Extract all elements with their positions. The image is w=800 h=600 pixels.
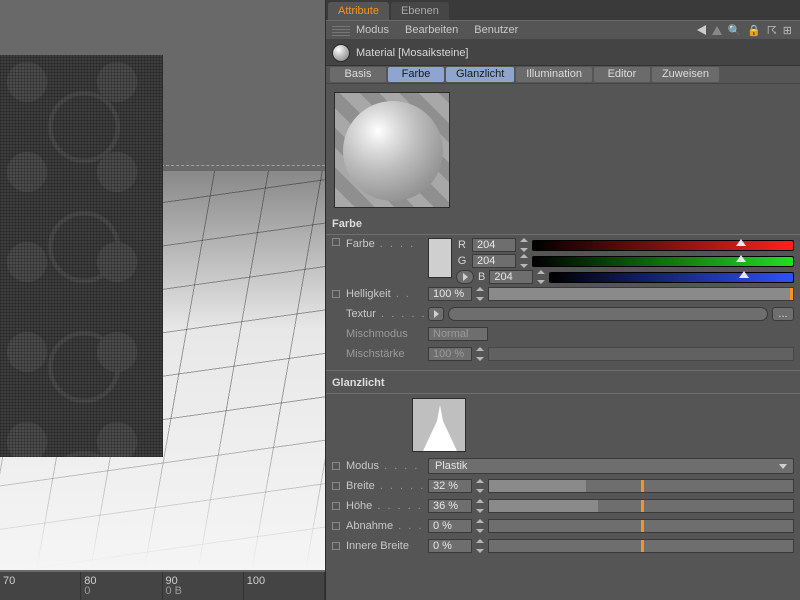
input-helligkeit[interactable]: 100 % [428, 287, 472, 301]
channel-tabs: Basis Farbe Glanzlicht Illumination Edit… [326, 66, 800, 84]
ruler-sub: 0 [84, 585, 90, 597]
input-hoehe[interactable]: 36 % [428, 499, 472, 513]
anim-dot[interactable] [332, 238, 340, 246]
slider-innere-breite[interactable] [488, 539, 794, 553]
ctab-editor[interactable]: Editor [594, 67, 650, 82]
input-r[interactable]: 204 [472, 238, 516, 252]
label-farbe: Farbe . . . . [346, 238, 424, 250]
input-mischstaerke: 100 % [428, 347, 472, 361]
stepper-abnahme[interactable] [476, 519, 484, 533]
add-icon[interactable]: ⊞ [783, 24, 792, 37]
select-modus-value: Plastik [435, 460, 467, 472]
viewport-object[interactable] [0, 55, 163, 457]
section-farbe-title: Farbe [326, 216, 800, 235]
lock-icon[interactable]: 🔒 [747, 24, 761, 37]
ruler-tick: 100 [247, 575, 265, 587]
drag-handle-icon[interactable] [332, 24, 350, 36]
label-mischmodus: Mischmodus [346, 328, 424, 340]
history-back-icon[interactable] [697, 25, 706, 35]
search-icon[interactable]: 🔍 [728, 24, 742, 37]
anim-dot[interactable] [332, 482, 340, 490]
ctab-basis[interactable]: Basis [330, 67, 386, 82]
input-b[interactable]: 204 [489, 270, 533, 284]
ctab-zuweisen[interactable]: Zuweisen [652, 67, 719, 82]
ctab-farbe[interactable]: Farbe [388, 67, 444, 82]
anim-dot[interactable] [332, 462, 340, 470]
label-b: B [478, 271, 485, 283]
label-breite: Breite . . . . . [346, 480, 424, 492]
label-textur: Textur . . . . . [346, 308, 424, 320]
viewport-3d[interactable]: 70 800 900 B 100 [0, 0, 325, 600]
attribute-panel: Attribute Ebenen Modus Bearbeiten Benutz… [325, 0, 800, 600]
select-modus[interactable]: Plastik [428, 458, 794, 474]
menu-benutzer[interactable]: Benutzer [474, 24, 518, 36]
menu-bearbeiten[interactable]: Bearbeiten [405, 24, 458, 36]
panel-tabs: Attribute Ebenen [326, 0, 800, 20]
anim-dot[interactable] [332, 542, 340, 550]
color-swatch[interactable] [428, 238, 452, 278]
stepper-breite[interactable] [476, 479, 484, 493]
label-innere-breite: Innere Breite [346, 540, 424, 552]
material-header: Material [Mosaiksteine] [326, 40, 800, 66]
input-g[interactable]: 204 [472, 254, 516, 268]
stepper-hoehe[interactable] [476, 499, 484, 513]
nav-up-icon[interactable] [712, 26, 722, 35]
input-abnahme[interactable]: 0 % [428, 519, 472, 533]
section-glanzlicht-title: Glanzlicht [326, 370, 800, 394]
stepper-innere-breite[interactable] [476, 539, 484, 553]
stepper-r[interactable] [520, 238, 528, 252]
anim-dot[interactable] [332, 502, 340, 510]
value-mischmodus: Normal [428, 327, 488, 341]
ruler-sub: 0 B [166, 585, 183, 597]
panel-toolbar: Modus Bearbeiten Benutzer 🔍 🔒 ☈ ⊞ [326, 20, 800, 40]
texture-picker-icon[interactable] [428, 307, 444, 321]
ctab-illumination[interactable]: Illumination [516, 67, 592, 82]
slider-r[interactable] [532, 240, 794, 251]
label-modus: Modus . . . . [346, 460, 424, 472]
material-preview[interactable] [334, 92, 450, 208]
texture-browse-button[interactable]: ... [772, 307, 794, 321]
material-preview-ball [343, 101, 443, 201]
stepper-b[interactable] [537, 270, 545, 284]
specular-curve-icon [413, 397, 467, 451]
label-r: R [456, 239, 468, 251]
material-preview-row [326, 84, 800, 216]
anim-dot[interactable] [332, 522, 340, 530]
color-link-icon[interactable] [456, 270, 474, 284]
ctab-glanzlicht[interactable]: Glanzlicht [446, 67, 514, 82]
input-innere-breite[interactable]: 0 % [428, 539, 472, 553]
slider-hoehe[interactable] [488, 499, 794, 513]
stepper-mischstaerke [476, 347, 484, 361]
label-mischstaerke: Mischstärke [346, 348, 424, 360]
stepper-helligkeit[interactable] [476, 287, 484, 301]
material-name[interactable]: Material [Mosaiksteine] [356, 47, 469, 59]
label-abnahme: Abnahme . . . [346, 520, 424, 532]
material-ball-icon[interactable] [332, 44, 350, 62]
specular-curve-preview[interactable] [412, 398, 466, 452]
slider-mischstaerke [488, 347, 794, 361]
timeline-ruler[interactable]: 70 800 900 B 100 [0, 572, 325, 600]
new-icon[interactable]: ☈ [767, 24, 777, 37]
slider-b[interactable] [549, 272, 794, 283]
label-g: G [456, 255, 468, 267]
label-helligkeit: Helligkeit . . [346, 288, 424, 300]
input-breite[interactable]: 32 % [428, 479, 472, 493]
ruler-tick: 70 [3, 575, 15, 587]
slider-abnahme[interactable] [488, 519, 794, 533]
anim-dot[interactable] [332, 290, 340, 298]
tab-attribute[interactable]: Attribute [328, 2, 389, 20]
menu-modus[interactable]: Modus [356, 24, 389, 36]
slider-breite[interactable] [488, 479, 794, 493]
slider-g[interactable] [532, 256, 794, 267]
texture-field[interactable] [448, 307, 768, 321]
slider-helligkeit[interactable] [488, 287, 794, 301]
chevron-down-icon [779, 464, 787, 469]
tab-ebenen[interactable]: Ebenen [391, 2, 449, 20]
label-hoehe: Höhe . . . . . . [346, 500, 424, 512]
stepper-g[interactable] [520, 254, 528, 268]
